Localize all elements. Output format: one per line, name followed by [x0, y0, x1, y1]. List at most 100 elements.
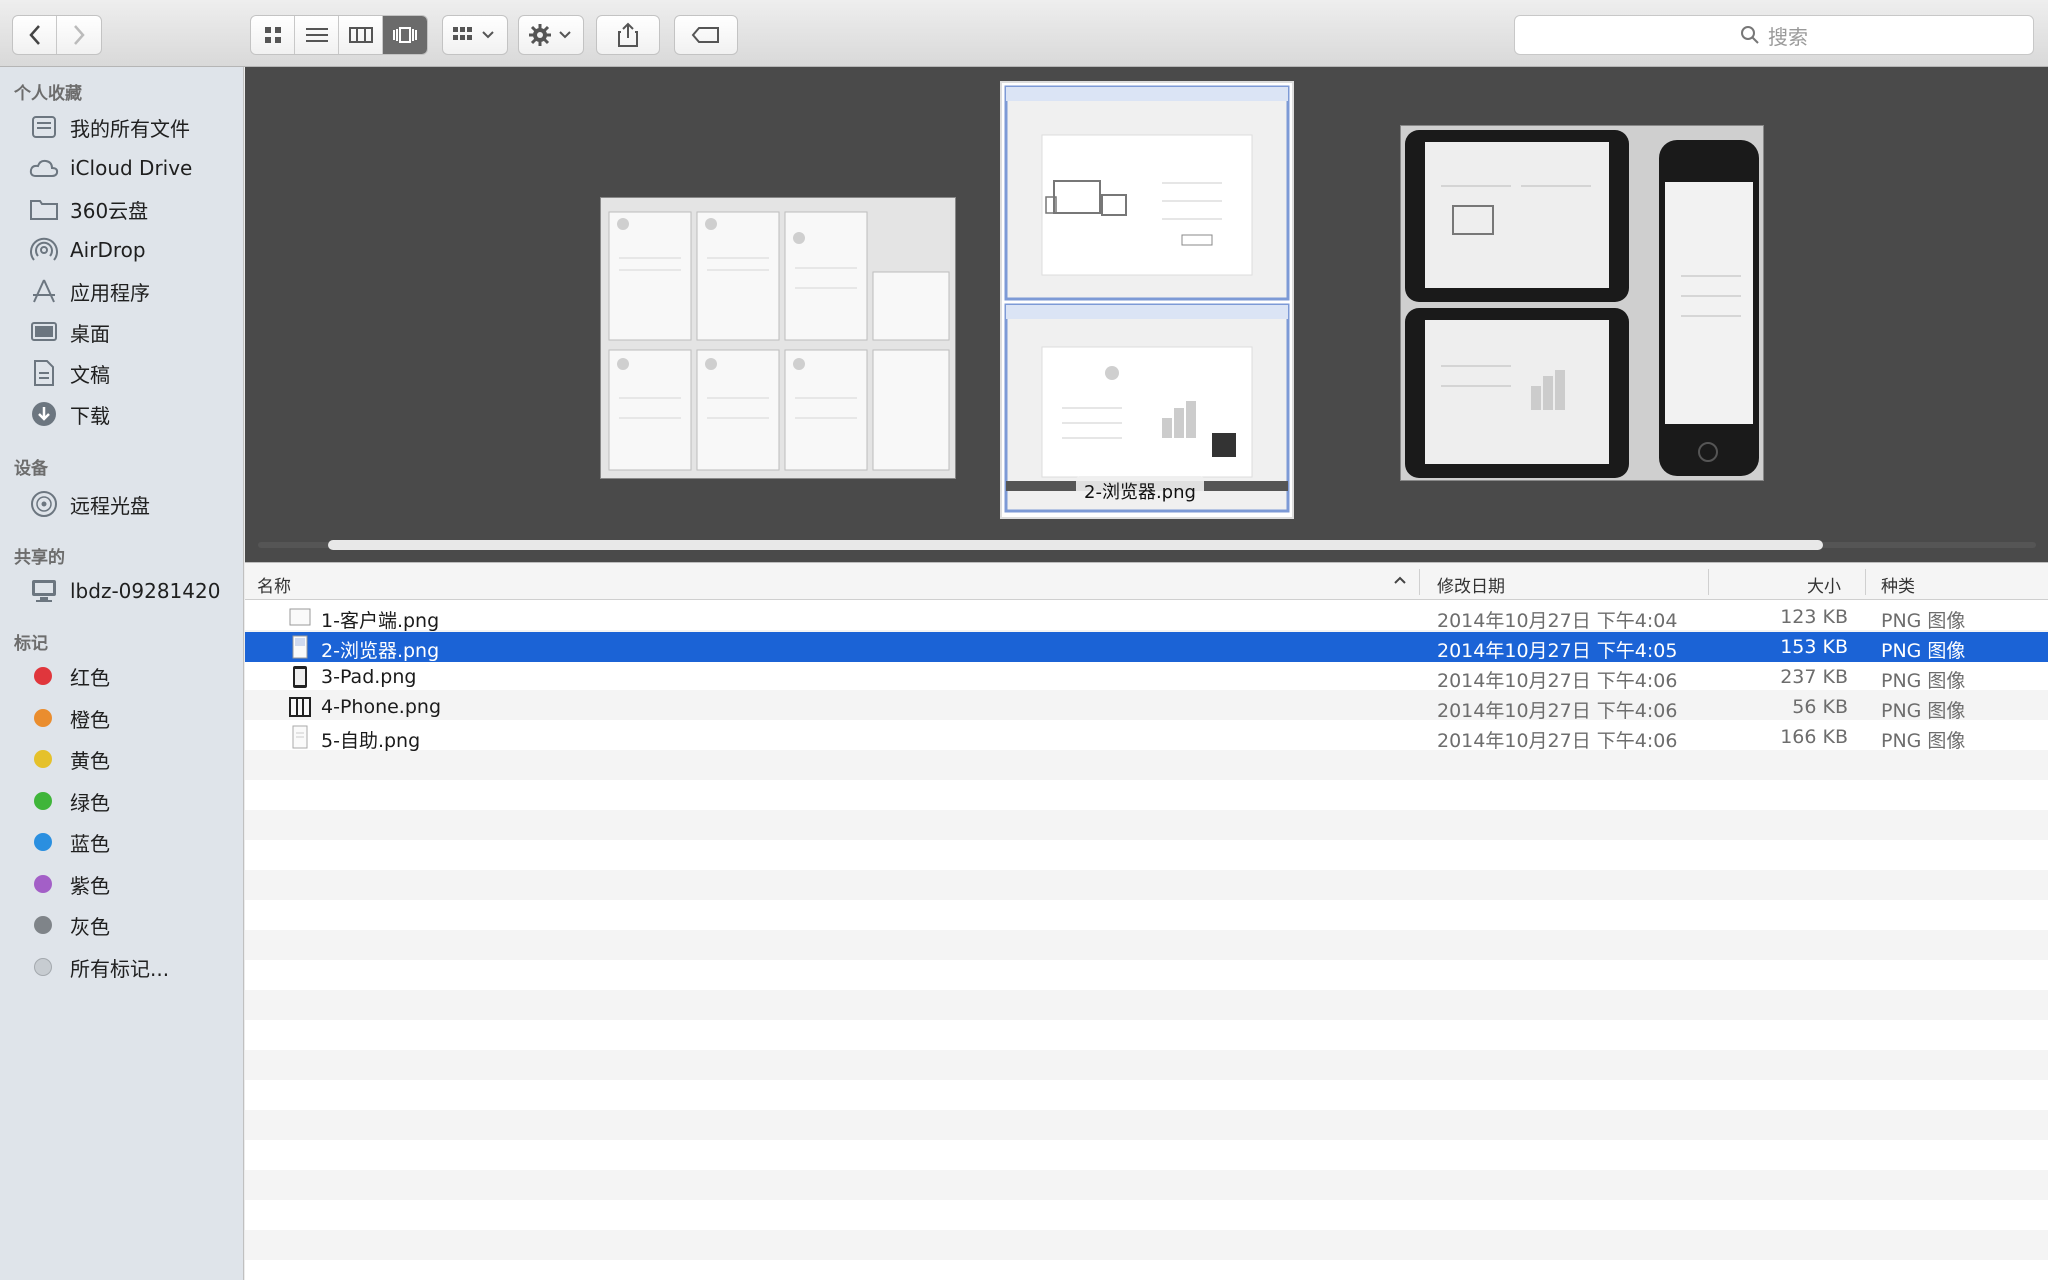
- sidebar-item-shared-computer[interactable]: lbdz-09281420: [0, 571, 244, 611]
- image-file-icon: [289, 697, 311, 717]
- sidebar-item-360[interactable]: 360云盘: [0, 189, 244, 229]
- table-row[interactable]: 4-Phone.png 2014年10月27日 下午4:06 56 KB PNG…: [245, 692, 2048, 722]
- grid-icon: [264, 27, 281, 43]
- tags-button[interactable]: [674, 15, 738, 55]
- column-header-size[interactable]: 大小: [1807, 572, 1841, 597]
- file-size: 237 KB: [1780, 666, 1848, 688]
- sidebar-item-downloads[interactable]: 下载: [0, 394, 244, 434]
- sidebar-item-label: 黄色: [70, 748, 110, 773]
- sidebar-item-label: 紫色: [70, 873, 110, 898]
- arrange-button[interactable]: [442, 15, 508, 55]
- table-row[interactable]: 5-自助.png 2014年10月27日 下午4:06 166 KB PNG 图…: [245, 722, 2048, 752]
- sort-chevron-up-icon: [1393, 571, 1407, 591]
- file-kind: PNG 图像: [1881, 730, 1966, 752]
- image-file-icon: [292, 725, 308, 749]
- column-view-button[interactable]: [339, 16, 383, 54]
- coverflow-view-button[interactable]: [383, 16, 427, 54]
- sidebar-item-label: 远程光盘: [70, 493, 150, 518]
- coverflow-thumb-browser[interactable]: [1000, 81, 1294, 519]
- coverflow-thumb-devices[interactable]: [1400, 125, 1764, 481]
- file-size: 56 KB: [1792, 696, 1848, 718]
- all-tags-icon: [34, 958, 52, 976]
- sidebar-item-all-files[interactable]: 我的所有文件: [0, 107, 244, 147]
- coverflow-scroll-thumb[interactable]: [328, 540, 1823, 550]
- sidebar-item-label: 橙色: [70, 707, 110, 732]
- sidebar-item-documents[interactable]: 文稿: [0, 353, 244, 393]
- list-view-button[interactable]: [295, 16, 339, 54]
- tags-header: 标记: [14, 634, 48, 654]
- sidebar-item-label: 桌面: [70, 321, 110, 346]
- file-size: 123 KB: [1780, 606, 1848, 628]
- disc-icon: [28, 488, 60, 520]
- table-row-selected[interactable]: 2-浏览器.png 2014年10月27日 下午4:05 153 KB PNG …: [245, 632, 2048, 662]
- sidebar-item-remote-disc[interactable]: 远程光盘: [0, 484, 244, 524]
- sidebar-item-label: 绿色: [70, 790, 110, 815]
- icon-view-button[interactable]: [251, 16, 295, 54]
- favorites-header: 个人收藏: [14, 84, 82, 104]
- file-name: 2-浏览器.png: [321, 640, 440, 662]
- tag-dot-icon: [34, 833, 52, 851]
- sidebar-tag-red[interactable]: 红色: [0, 656, 244, 696]
- tag-icon: [691, 27, 719, 43]
- sidebar-item-label: 红色: [70, 665, 110, 690]
- list-header: 名称 修改日期 大小 种类: [245, 562, 2048, 600]
- sidebar: 个人收藏 我的所有文件 iCloud Drive 360云盘 AirDrop 应…: [0, 67, 244, 1280]
- sidebar-item-applications[interactable]: 应用程序: [0, 271, 244, 311]
- thumbnail-preview-image: [1004, 85, 1290, 513]
- sidebar-item-label: AirDrop: [70, 238, 146, 262]
- sidebar-item-label: 灰色: [70, 914, 110, 939]
- coverflow-thumb-client[interactable]: [600, 197, 956, 479]
- sidebar-item-icloud[interactable]: iCloud Drive: [0, 148, 244, 188]
- column-header-kind[interactable]: 种类: [1881, 572, 1915, 597]
- column-header-name[interactable]: 名称: [257, 572, 291, 597]
- tag-dot-icon: [34, 875, 52, 893]
- sidebar-all-tags[interactable]: 所有标记...: [0, 947, 244, 987]
- documents-icon: [28, 357, 60, 389]
- action-button[interactable]: [518, 15, 584, 55]
- search-field[interactable]: 搜索: [1514, 15, 2034, 55]
- file-size: 166 KB: [1780, 726, 1848, 748]
- table-row[interactable]: 3-Pad.png 2014年10月27日 下午4:06 237 KB PNG …: [245, 662, 2048, 692]
- devices-header: 设备: [14, 459, 48, 479]
- nav-buttons: [12, 15, 102, 55]
- column-separator: [1708, 569, 1709, 595]
- folder-icon: [28, 193, 60, 225]
- file-kind: PNG 图像: [1881, 700, 1966, 722]
- toolbar: 搜索: [0, 0, 2048, 67]
- back-button[interactable]: [13, 16, 57, 54]
- column-separator: [1419, 569, 1420, 595]
- tag-dot-icon: [34, 916, 52, 934]
- table-row[interactable]: 1-客户端.png 2014年10月27日 下午4:04 123 KB PNG …: [245, 602, 2048, 632]
- coverflow-icon: [393, 27, 417, 43]
- column-header-modified[interactable]: 修改日期: [1437, 572, 1505, 597]
- share-button[interactable]: [596, 15, 660, 55]
- sidebar-tag-yellow[interactable]: 黄色: [0, 739, 244, 779]
- file-name: 3-Pad.png: [321, 666, 417, 688]
- tag-dot-icon: [34, 709, 52, 727]
- file-kind: PNG 图像: [1881, 610, 1966, 632]
- image-file-icon: [292, 635, 308, 659]
- file-modified: 2014年10月27日 下午4:05: [1437, 640, 1678, 662]
- sidebar-item-desktop[interactable]: 桌面: [0, 312, 244, 352]
- sidebar-item-label: 应用程序: [70, 280, 150, 305]
- desktop-icon: [28, 316, 60, 348]
- search-placeholder: 搜索: [1768, 24, 1808, 49]
- sidebar-tag-orange[interactable]: 橙色: [0, 698, 244, 738]
- cloud-icon: [28, 152, 60, 184]
- file-kind: PNG 图像: [1881, 670, 1966, 692]
- file-modified: 2014年10月27日 下午4:06: [1437, 730, 1678, 752]
- sidebar-item-label: 我的所有文件: [70, 116, 190, 141]
- sidebar-tag-gray[interactable]: 灰色: [0, 905, 244, 945]
- sidebar-tag-blue[interactable]: 蓝色: [0, 822, 244, 862]
- forward-button[interactable]: [57, 16, 101, 54]
- sidebar-item-label: 文稿: [70, 362, 110, 387]
- sidebar-item-label: iCloud Drive: [70, 156, 193, 180]
- sidebar-tag-purple[interactable]: 紫色: [0, 864, 244, 904]
- sidebar-tag-green[interactable]: 绿色: [0, 781, 244, 821]
- sidebar-item-airdrop[interactable]: AirDrop: [0, 230, 244, 270]
- sidebar-item-label: 360云盘: [70, 198, 149, 223]
- chevron-left-icon: [28, 25, 40, 45]
- file-modified: 2014年10月27日 下午4:06: [1437, 670, 1678, 692]
- tag-dot-icon: [34, 667, 52, 685]
- file-name: 1-客户端.png: [321, 610, 440, 632]
